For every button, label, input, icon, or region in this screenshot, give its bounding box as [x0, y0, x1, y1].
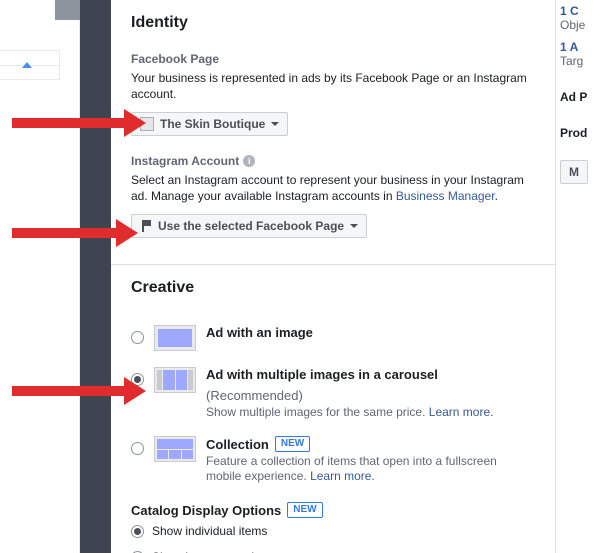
catalog-display-title: Catalog Display Options NEW — [131, 502, 535, 518]
radio-button[interactable] — [131, 442, 144, 455]
identity-title: Identity — [131, 14, 535, 32]
right-button[interactable]: M — [560, 160, 588, 184]
creative-option-title: Ad with an image — [206, 325, 535, 340]
info-icon[interactable]: i — [243, 155, 255, 167]
catalog-option[interactable]: Show item categories — [131, 544, 535, 553]
single-thumb-icon — [154, 325, 196, 351]
facebook-page-label: Facebook Page — [131, 52, 535, 66]
creative-option-sub: Feature a collection of items that open … — [206, 454, 535, 484]
nav-strip — [80, 0, 111, 553]
page-icon — [140, 117, 154, 131]
facebook-page-dropdown[interactable]: The Skin Boutique — [131, 112, 288, 136]
chevron-down-icon — [271, 122, 279, 126]
radio-button[interactable] — [131, 525, 144, 538]
creative-option[interactable]: Ad with multiple images in a carousel(Re… — [131, 359, 535, 428]
instagram-label: Instagram Account i — [131, 154, 535, 168]
carousel-thumb-icon — [154, 367, 196, 393]
creative-option-title: CollectionNEW — [206, 436, 535, 452]
creative-option[interactable]: Ad with an image — [131, 317, 535, 359]
creative-option[interactable]: CollectionNEW Feature a collection of ite… — [131, 428, 535, 492]
facebook-page-name: The Skin Boutique — [160, 117, 265, 131]
learn-more-link[interactable]: Learn more. — [429, 405, 494, 419]
catalog-option-label: Show individual items — [152, 524, 267, 538]
business-manager-link[interactable]: Business Manager — [396, 189, 495, 203]
left-gutter — [0, 0, 80, 553]
creative-option-title: Ad with multiple images in a carousel(Re… — [206, 367, 535, 403]
sort-up-icon[interactable] — [22, 62, 32, 68]
catalog-option[interactable]: Show individual items — [131, 518, 535, 544]
instagram-dropdown[interactable]: Use the selected Facebook Page — [131, 214, 367, 238]
new-badge: NEW — [275, 436, 310, 452]
instagram-button-label: Use the selected Facebook Page — [158, 219, 344, 233]
learn-more-link[interactable]: Learn more. — [310, 469, 375, 483]
mini-tab — [55, 0, 80, 20]
chevron-down-icon — [350, 224, 358, 228]
instagram-desc: Select an Instagram account to represent… — [131, 172, 535, 204]
creative-option-sub: Show multiple images for the same price.… — [206, 405, 535, 420]
creative-title: Creative — [131, 279, 535, 297]
collection-thumb-icon — [154, 436, 196, 462]
radio-button[interactable] — [131, 331, 144, 344]
new-badge: NEW — [287, 502, 322, 518]
divider — [111, 264, 555, 265]
right-panel: 1 C Obje 1 A Targ Ad P Prod M — [556, 0, 600, 553]
radio-button[interactable] — [131, 373, 144, 386]
flag-icon — [140, 220, 152, 232]
facebook-page-desc: Your business is represented in ads by i… — [131, 70, 535, 102]
